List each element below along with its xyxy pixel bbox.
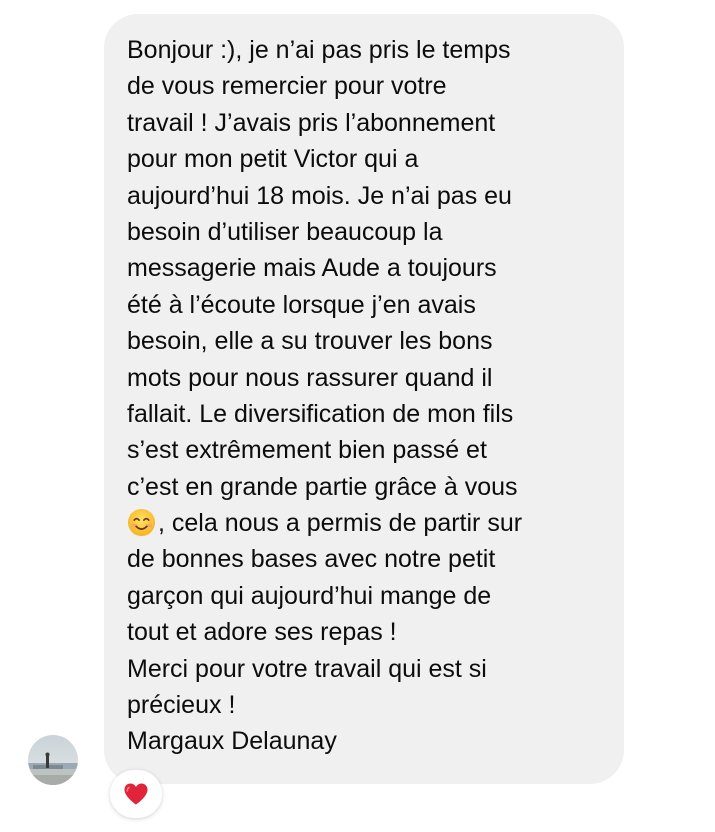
chat-view: Bonjour :), je n’ai pas pris le temps de…: [0, 0, 715, 832]
reaction-badge[interactable]: [110, 770, 162, 818]
sender-avatar[interactable]: [28, 735, 78, 785]
message-line: messagerie mais Aude a toujours: [127, 254, 497, 283]
message-line: Bonjour :), je n’ai pas pris le temps: [127, 36, 511, 64]
message-line: tout et adore ses repas !: [127, 618, 397, 647]
message-line: fallait. Le diversification de mon fils: [127, 399, 514, 428]
message-line: Merci pour votre travail qui est si: [127, 654, 487, 683]
smiling-face-emoji-icon: [127, 508, 156, 537]
message-line: garçon qui aujourd’hui mange de: [127, 581, 492, 610]
message-line: aujourd’hui 18 mois. Je n’ai pas eu: [127, 181, 512, 210]
message-line: , cela nous a permis de partir sur: [158, 509, 523, 538]
message-signature: Margaux Delaunay: [127, 727, 337, 756]
message-text: Bonjour :), je n’ai pas pris le temps de…: [127, 32, 604, 760]
message-line: été à l’écoute lorsque j’en avais: [127, 290, 476, 319]
message-line: travail ! J’avais pris l’abonnement: [127, 108, 496, 137]
message-bubble[interactable]: Bonjour :), je n’ai pas pris le temps de…: [104, 14, 624, 784]
message-line: pour mon petit Victor qui a: [127, 145, 419, 174]
message-line-with-emoji: , cela nous a permis de partir sur: [127, 505, 604, 541]
message-line: mots pour nous rassurer quand il: [127, 363, 493, 392]
message-line: besoin d’utiliser beaucoup la: [127, 217, 443, 246]
message-line: précieux !: [127, 691, 236, 720]
message-line: c’est en grande partie grâce à vous: [127, 472, 518, 501]
message-line: de vous remercier pour votre: [127, 72, 447, 101]
profile-photo-avatar-icon: [28, 735, 78, 785]
red-heart-icon: [124, 783, 148, 805]
message-line: s’est extrêmement bien passé et: [127, 436, 487, 465]
message-line: besoin, elle a su trouver les bons: [127, 327, 493, 356]
message-line: de bonnes bases avec notre petit: [127, 545, 496, 574]
